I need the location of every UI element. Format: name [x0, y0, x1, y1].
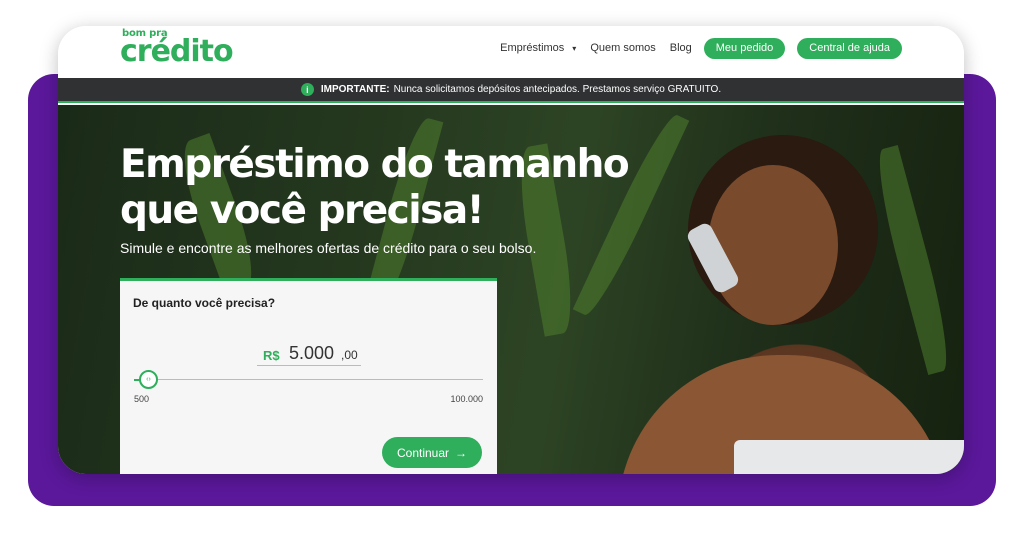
amount-cents: ,00 — [341, 348, 358, 362]
continue-button[interactable]: Continuar → — [382, 437, 482, 468]
logo[interactable]: bom pra crédito — [120, 28, 238, 74]
browser-window: bom pra crédito Empréstimos ▾ Quem somos… — [58, 26, 964, 474]
continue-label: Continuar — [396, 445, 450, 460]
loan-simulator-card: De quanto você precisa? R$ 5.000 ,00 ‹› … — [120, 278, 497, 474]
info-icon: i — [300, 83, 314, 96]
hero-headline: Empréstimo do tamanho que você precisa! — [120, 142, 630, 234]
top-navigation: bom pra crédito Empréstimos ▾ Quem somos… — [58, 26, 964, 78]
amount-value: 5.000 — [289, 343, 335, 363]
notice-label: IMPORTANTE: — [320, 84, 390, 95]
simulator-label: De quanto você precisa? — [133, 296, 276, 310]
currency-symbol: R$ — [263, 348, 280, 363]
slider-handle[interactable]: ‹› — [139, 370, 158, 389]
hero-section: Empréstimo do tamanho que você precisa! … — [58, 105, 964, 474]
nav-menu: Empréstimos ▾ Quem somos Blog Meu pedido… — [486, 37, 902, 59]
laptop-image — [734, 440, 964, 474]
logo-main-text: crédito — [120, 34, 234, 69]
chevron-down-icon: ▾ — [572, 43, 577, 53]
woman-face — [708, 165, 838, 325]
headline-line-1: Empréstimo do tamanho — [120, 142, 630, 187]
notice-text: Nunca solicitamos depósitos antecipados.… — [393, 84, 722, 95]
nav-item-blog[interactable]: Blog — [670, 42, 692, 54]
hero-subtitle: Simule e encontre as melhores ofertas de… — [120, 240, 537, 256]
nav-item-label: Empréstimos — [500, 42, 565, 54]
central-de-ajuda-button[interactable]: Central de ajuda — [797, 37, 902, 59]
nav-item-emprestimos[interactable]: Empréstimos ▾ — [500, 42, 576, 54]
nav-item-quem-somos[interactable]: Quem somos — [590, 42, 655, 54]
amount-field[interactable]: R$ 5.000 ,00 — [257, 342, 361, 366]
meu-pedido-button[interactable]: Meu pedido — [703, 37, 786, 59]
arrow-right-icon: → — [455, 445, 468, 460]
slider-max-label: 100.000 — [450, 394, 483, 404]
leaf-decoration — [868, 145, 958, 375]
notice-bar: i IMPORTANTE: Nunca solicitamos depósito… — [58, 78, 964, 103]
slider-track[interactable] — [134, 379, 483, 380]
headline-line-2: que você precisa! — [120, 188, 484, 233]
slider-min-label: 500 — [134, 394, 150, 404]
